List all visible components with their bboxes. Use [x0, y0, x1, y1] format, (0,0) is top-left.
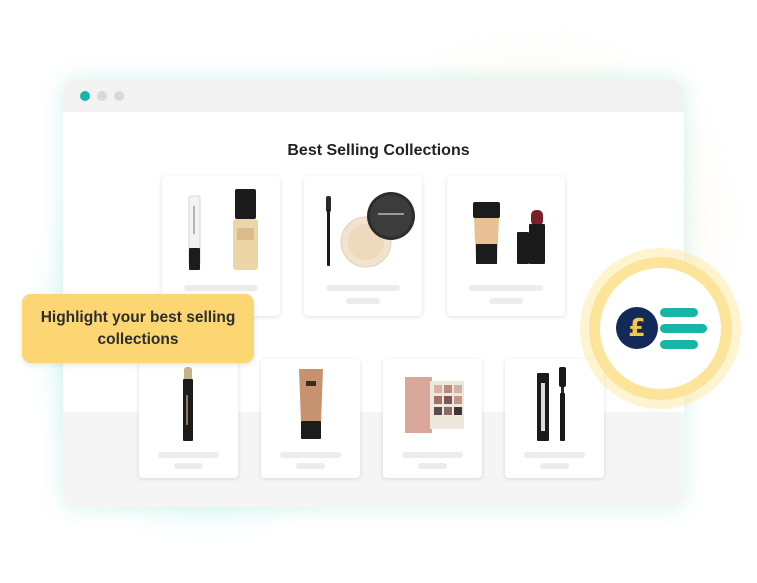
- primer-and-foundation-image: [188, 189, 258, 270]
- pound-coin-icon: £: [616, 307, 658, 349]
- callout-text: Highlight your best selling collections: [40, 308, 236, 348]
- tinted-tube-image: [299, 369, 323, 439]
- product-card[interactable]: [505, 359, 604, 478]
- product-card[interactable]: [304, 176, 422, 316]
- product-price-placeholder: [418, 463, 447, 469]
- browser-titlebar: [63, 80, 684, 112]
- product-name-placeholder: [524, 452, 585, 458]
- brush-and-loose-powder-image: [326, 192, 415, 268]
- list-line-icon: [660, 308, 698, 317]
- product-card[interactable]: [139, 359, 238, 478]
- product-name-placeholder: [402, 452, 463, 458]
- eyeshadow-palette-image: [405, 377, 464, 433]
- product-price-placeholder: [346, 298, 380, 304]
- product-price-placeholder: [489, 298, 523, 304]
- product-price-placeholder: [174, 463, 203, 469]
- list-line-icon: [660, 340, 698, 349]
- product-name-placeholder: [326, 285, 400, 291]
- product-card[interactable]: [383, 359, 482, 478]
- highlight-callout: Highlight your best selling collections: [22, 294, 254, 363]
- product-name-placeholder: [158, 452, 219, 458]
- product-price-placeholder: [540, 463, 569, 469]
- product-card[interactable]: [447, 176, 565, 316]
- product-name-placeholder: [184, 285, 258, 291]
- product-name-placeholder: [280, 452, 341, 458]
- mascara-image: [537, 367, 566, 441]
- product-card[interactable]: [261, 359, 360, 478]
- page-title: Best Selling Collections: [287, 142, 470, 159]
- foundation-tube-and-lipstick-image: [473, 202, 545, 264]
- window-dot-inactive[interactable]: [97, 91, 107, 101]
- list-line-icon: [660, 324, 707, 333]
- window-dot-inactive[interactable]: [114, 91, 124, 101]
- product-name-placeholder: [469, 285, 543, 291]
- concealer-stick-image: [183, 367, 193, 441]
- window-dot-active[interactable]: [80, 91, 90, 101]
- product-price-placeholder: [296, 463, 325, 469]
